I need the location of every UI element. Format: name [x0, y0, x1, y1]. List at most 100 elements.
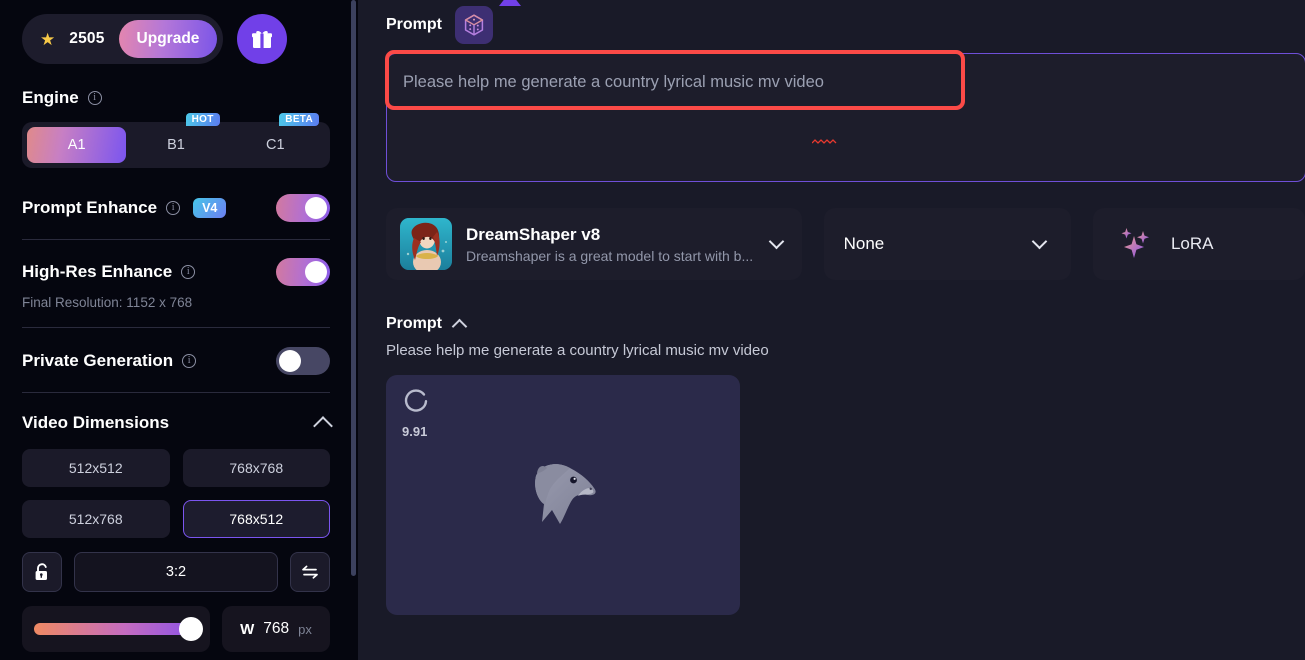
slider-track [34, 617, 203, 641]
toggle-knob [305, 197, 327, 219]
engine-section: Engine i A1 HOT B1 BETA C1 [22, 88, 330, 168]
chevron-down-icon[interactable] [1031, 233, 1048, 250]
engine-tab-c1[interactable]: BETA C1 [226, 113, 325, 163]
engine-title-text: Engine [22, 88, 79, 107]
main-panel: Prompt Please help me generate a country… [358, 0, 1305, 660]
credits-pill: ★ 2505 Upgrade [22, 14, 224, 64]
otter-logo-icon [535, 464, 596, 524]
aspect-ratio-row: 3:2 [22, 552, 330, 592]
sparkles-icon [1121, 228, 1149, 258]
info-icon[interactable]: i [182, 354, 197, 368]
dimension-768x768[interactable]: 768x768 [182, 449, 330, 487]
prompt-enhance-row: Prompt Enhance i V4 [22, 194, 330, 222]
private-generation-label: Private Generation [22, 351, 174, 370]
lock-aspect-button[interactable] [22, 552, 62, 592]
final-resolution-text: Final Resolution: 1152 x 768 [22, 295, 193, 310]
gift-button[interactable] [237, 14, 288, 64]
progress-indicator: 9.91 [402, 387, 432, 439]
loading-spinner-icon [404, 389, 428, 412]
settings-sidebar: ★ 2505 Upgrade Engine i A1 HOT B1 BETA C… [0, 0, 358, 660]
result-prompt-header-label: Prompt [386, 315, 442, 332]
progress-value: 9.91 [402, 424, 428, 439]
style-select[interactable]: None [823, 208, 1071, 280]
private-generation-label-group: Private Generation i [22, 351, 197, 371]
lora-label: LoRA [1170, 234, 1214, 253]
style-select-value: None [843, 234, 885, 253]
width-controls: W 768 px [22, 606, 330, 652]
model-row: DreamShaper v8 Dreamshaper is a great mo… [386, 208, 1305, 280]
toggle-knob [279, 350, 301, 372]
dimension-512x512[interactable]: 512x512 [22, 449, 170, 487]
upgrade-button[interactable]: Upgrade [118, 20, 218, 58]
v4-badge: V4 [193, 198, 227, 218]
prompt-header: Prompt [386, 0, 1305, 44]
width-value[interactable]: 768 [263, 620, 289, 638]
credits-value: 2505 [69, 30, 105, 47]
engine-tab-a1-label: A1 [67, 137, 86, 153]
gift-icon [252, 31, 273, 48]
swap-dimensions-button[interactable] [290, 552, 330, 592]
aspect-ratio-value[interactable]: 3:2 [74, 552, 278, 592]
chevron-down-icon[interactable] [768, 233, 784, 250]
tooltip-arrow-icon [499, 0, 521, 6]
divider [22, 327, 330, 328]
prompt-header-label: Prompt [386, 16, 442, 33]
lora-button[interactable]: LoRA [1092, 208, 1305, 280]
generation-result-tile[interactable]: 9.91 [386, 375, 740, 615]
prompt-enhance-toggle[interactable] [276, 194, 330, 222]
chevron-up-icon[interactable] [313, 415, 333, 436]
app-root: ★ 2505 Upgrade Engine i A1 HOT B1 BETA C… [0, 0, 1305, 660]
width-input-box[interactable]: W 768 px [222, 606, 330, 652]
width-label: W [240, 620, 255, 638]
engine-tabs: A1 HOT B1 BETA C1 [22, 113, 330, 168]
dimension-768x512[interactable]: 768x512 [182, 500, 330, 538]
dimension-512x768[interactable]: 512x768 [22, 500, 170, 538]
model-thumbnail [400, 218, 452, 270]
divider [22, 392, 330, 393]
slider-knob[interactable] [179, 617, 203, 641]
credits-row: ★ 2505 Upgrade [22, 0, 330, 64]
video-dimensions-title: Video Dimensions [22, 413, 170, 432]
model-selector[interactable]: DreamShaper v8 Dreamshaper is a great mo… [386, 208, 802, 280]
engine-tab-a1[interactable]: A1 [27, 127, 127, 163]
info-icon[interactable]: i [87, 91, 102, 105]
randomize-prompt-button[interactable] [455, 0, 521, 44]
engine-tab-b1[interactable]: HOT B1 [126, 113, 225, 163]
hot-badge: HOT [185, 113, 220, 126]
private-generation-row: Private Generation i [22, 347, 330, 375]
high-res-enhance-label: High-Res Enhance [22, 262, 173, 281]
swap-icon [302, 565, 318, 579]
sidebar-scrollbar[interactable] [351, 0, 356, 660]
video-dimensions-header[interactable]: Video Dimensions [22, 413, 333, 436]
private-generation-toggle[interactable] [276, 347, 330, 375]
unlock-icon [35, 563, 47, 580]
toggle-knob [305, 261, 327, 283]
model-thumbnail-image [400, 218, 452, 270]
chevron-up-icon[interactable] [451, 318, 468, 335]
dice-icon [464, 14, 484, 36]
prompt-enhance-label-group: Prompt Enhance i V4 [22, 198, 227, 218]
high-res-enhance-label-group: High-Res Enhance i [22, 262, 196, 282]
prompt-input-wrapper [385, 50, 1305, 187]
star-icon: ★ [40, 29, 56, 49]
info-icon[interactable]: i [166, 201, 181, 215]
info-icon[interactable]: i [181, 265, 196, 279]
engine-tab-b1-label: B1 [167, 137, 185, 153]
model-text: DreamShaper v8 Dreamshaper is a great mo… [466, 225, 757, 264]
engine-title: Engine i [22, 88, 330, 108]
divider [22, 239, 330, 240]
prompt-enhance-label: Prompt Enhance [22, 198, 158, 217]
high-res-enhance-section: High-Res Enhance i Final Resolution: 115… [22, 258, 330, 310]
result-prompt-text: Please help me generate a country lyrica… [386, 342, 769, 359]
model-description: Dreamshaper is a great model to start wi… [466, 247, 754, 264]
scrollbar-thumb[interactable] [351, 0, 356, 576]
width-slider[interactable] [22, 606, 210, 652]
high-res-enhance-row: High-Res Enhance i [22, 258, 330, 286]
width-unit: px [298, 621, 312, 637]
beta-badge: BETA [279, 113, 319, 126]
prompt-input[interactable] [386, 53, 1305, 182]
engine-tab-c1-label: C1 [266, 137, 285, 153]
result-prompt-header[interactable]: Prompt [386, 315, 1305, 335]
model-name: DreamShaper v8 [466, 224, 601, 244]
high-res-enhance-toggle[interactable] [276, 258, 330, 286]
